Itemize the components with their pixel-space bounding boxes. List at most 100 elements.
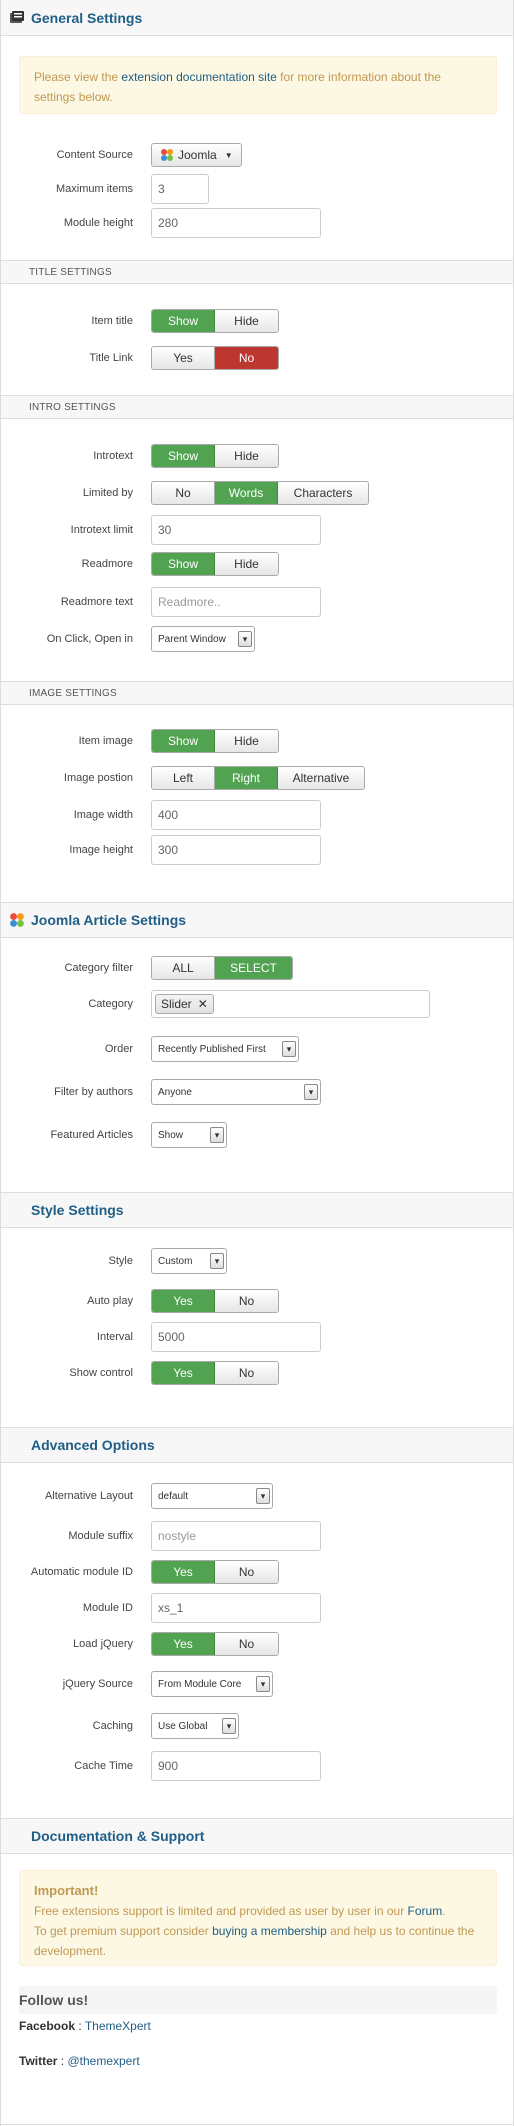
twitter-separator: : [57,2054,68,2068]
intro-settings-header: INTRO SETTINGS [1,395,513,419]
limited-by-characters-button[interactable]: Characters [278,482,368,504]
title-link-toggle: Yes No [151,346,279,370]
limited-by-words-button[interactable]: Words [215,482,278,504]
category-multiselect[interactable]: Slider ✕ [151,990,430,1018]
twitter-link[interactable]: @themexpert [67,2054,139,2068]
filter-authors-select[interactable]: Anyone ▾ [151,1079,321,1105]
max-items-row: Maximum items 3 [1,174,513,204]
category-filter-row: Category filter ALL SELECT [1,953,513,983]
auto-module-id-no-button[interactable]: No [215,1561,278,1583]
item-title-label: Item title [91,315,133,327]
cache-time-input[interactable]: 900 [151,1751,321,1781]
introtext-limit-label: Introtext limit [70,524,133,536]
caret-down-icon: ▼ [224,150,233,160]
load-jquery-no-button[interactable]: No [215,1633,278,1655]
introtext-show-button[interactable]: Show [152,445,215,467]
image-width-input[interactable]: 400 [151,800,321,830]
settings-icon [9,10,25,26]
chevron-down-icon: ▾ [210,1253,224,1269]
title-link-yes-button[interactable]: Yes [152,347,215,369]
introtext-row: Introtext Show Hide [1,441,513,471]
readmore-text-row: Readmore text Readmore.. [1,587,513,617]
facebook-link[interactable]: ThemeXpert [85,2019,151,2033]
module-height-input[interactable]: 280 [151,208,321,238]
module-id-input[interactable]: xs_1 [151,1593,321,1623]
introtext-label: Introtext [93,450,133,462]
show-control-no-button[interactable]: No [215,1362,278,1384]
load-jquery-label: Load jQuery [73,1638,133,1650]
image-position-right-button[interactable]: Right [215,767,278,789]
category-tag: Slider ✕ [155,994,214,1014]
alt-layout-value: default [158,1490,189,1502]
caching-select[interactable]: Use Global ▾ [151,1713,239,1739]
title-link-no-button[interactable]: No [215,347,278,369]
featured-articles-select[interactable]: Show ▾ [151,1122,227,1148]
item-image-hide-button[interactable]: Hide [215,730,278,752]
membership-link[interactable]: buying a membership [212,1924,327,1938]
chevron-down-icon: ▾ [238,631,252,647]
twitter-row: Twitter : @themexpert [19,2054,140,2068]
advanced-options-title: Advanced Options [31,1437,155,1453]
style-select[interactable]: Custom ▾ [151,1248,227,1274]
chevron-down-icon: ▾ [210,1127,224,1143]
readmore-show-button[interactable]: Show [152,553,215,575]
alt-layout-select[interactable]: default ▾ [151,1483,273,1509]
image-width-row: Image width 400 [1,800,513,830]
readmore-text-input[interactable]: Readmore.. [151,587,321,617]
auto-module-id-yes-button[interactable]: Yes [152,1561,215,1583]
cache-time-row: Cache Time 900 [1,1751,513,1781]
style-settings-title: Style Settings [31,1202,124,1218]
show-control-toggle: Yes No [151,1361,279,1385]
on-click-select[interactable]: Parent Window ▾ [151,626,255,652]
image-height-input[interactable]: 300 [151,835,321,865]
show-control-label: Show control [69,1367,133,1379]
style-label: Style [108,1255,133,1267]
item-title-show-button[interactable]: Show [152,310,215,332]
autoplay-yes-button[interactable]: Yes [152,1290,215,1312]
image-position-alternative-button[interactable]: Alternative [278,767,364,789]
filter-authors-row: Filter by authors Anyone ▾ [1,1077,513,1107]
auto-module-id-label: Automatic module ID [30,1566,133,1578]
documentation-link[interactable]: extension documentation site [121,70,276,84]
general-settings-header: General Settings [1,0,513,36]
category-label: Category [88,998,133,1010]
style-settings-header: Style Settings [1,1192,513,1228]
bottom-border [1,2124,513,2125]
load-jquery-yes-button[interactable]: Yes [152,1633,215,1655]
introtext-hide-button[interactable]: Hide [215,445,278,467]
joomla-article-title: Joomla Article Settings [31,912,187,928]
introtext-limit-input[interactable]: 30 [151,515,321,545]
category-filter-select-button[interactable]: SELECT [215,957,292,979]
support-text-2: To get premium support consider [34,1924,213,1938]
style-row: Style Custom ▾ [1,1246,513,1276]
max-items-input[interactable]: 3 [151,174,209,204]
support-text-1: Free extensions support is limited and p… [34,1904,408,1918]
readmore-hide-button[interactable]: Hide [215,553,278,575]
image-height-row: Image height 300 [1,835,513,865]
category-filter-all-button[interactable]: ALL [152,957,215,979]
facebook-label: Facebook [19,2019,76,2033]
on-click-row: On Click, Open in Parent Window ▾ [1,624,513,654]
facebook-row: Facebook : ThemeXpert [19,2019,151,2033]
facebook-separator: : [75,2019,85,2033]
autoplay-no-button[interactable]: No [215,1290,278,1312]
chevron-down-icon: ▾ [304,1084,318,1100]
jquery-source-select[interactable]: From Module Core ▾ [151,1671,273,1697]
module-suffix-input[interactable]: nostyle [151,1521,321,1551]
image-position-left-button[interactable]: Left [152,767,215,789]
interval-input[interactable]: 5000 [151,1322,321,1352]
close-icon[interactable]: ✕ [198,990,208,1018]
item-title-row: Item title Show Hide [1,306,513,336]
title-settings-header: TITLE SETTINGS [1,260,513,284]
category-filter-label: Category filter [64,962,133,974]
order-select[interactable]: Recently Published First ▾ [151,1036,299,1062]
limited-by-no-button[interactable]: No [152,482,215,504]
introtext-limit-row: Introtext limit 30 [1,515,513,545]
item-image-show-button[interactable]: Show [152,730,215,752]
introtext-toggle: Show Hide [151,444,279,468]
forum-link[interactable]: Forum [408,1904,443,1918]
module-suffix-row: Module suffix nostyle [1,1521,513,1551]
item-title-hide-button[interactable]: Hide [215,310,278,332]
show-control-yes-button[interactable]: Yes [152,1362,215,1384]
content-source-dropdown[interactable]: Joomla ▼ [151,143,242,167]
